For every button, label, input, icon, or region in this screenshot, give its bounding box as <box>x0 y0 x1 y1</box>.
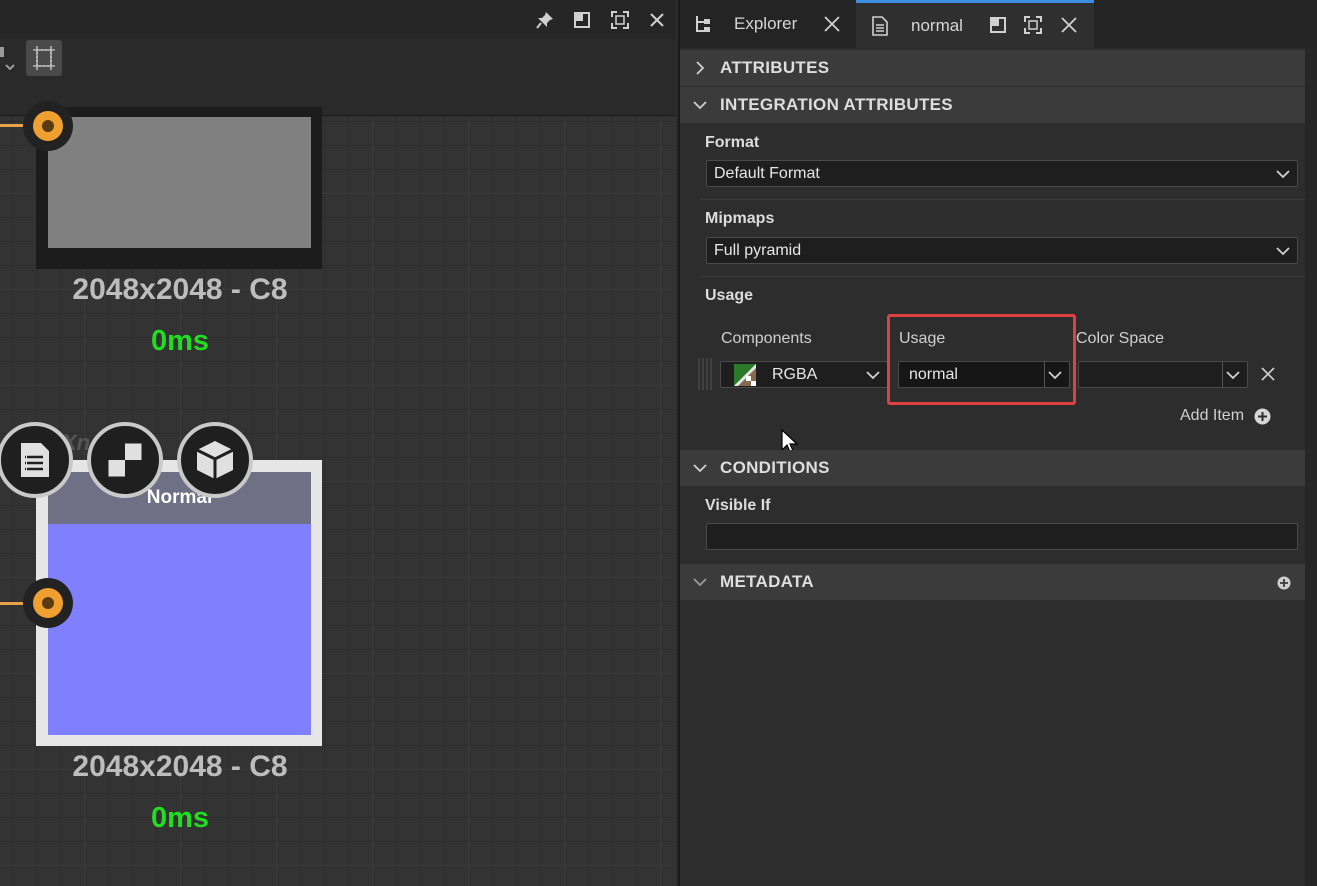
close-icon[interactable] <box>821 13 843 35</box>
add-item-label: Add Item <box>1180 407 1245 424</box>
mipmaps-label: Mipmaps <box>705 210 775 227</box>
chevron-down-icon <box>680 463 720 473</box>
plus-circle-icon <box>1254 408 1271 425</box>
usage-value: normal <box>909 365 958 383</box>
float-window-icon[interactable] <box>987 14 1009 36</box>
document-icon <box>869 15 891 37</box>
scrollbar[interactable] <box>1305 48 1317 886</box>
divider <box>700 199 1305 200</box>
color-space-column-header: Color Space <box>1076 330 1165 347</box>
components-dropdown[interactable]: RGBA <box>720 361 888 388</box>
maximize-icon[interactable] <box>609 9 631 31</box>
tab-bar: Explorer normal <box>680 0 1317 48</box>
chevron-down-icon <box>1223 365 1243 385</box>
close-icon[interactable] <box>1058 14 1080 36</box>
mipmaps-value: Full pyramid <box>714 241 802 259</box>
input-port[interactable] <box>23 578 73 628</box>
tab-explorer[interactable]: Explorer <box>680 0 855 48</box>
checker-icon[interactable] <box>87 422 163 498</box>
section-metadata-label: METADATA <box>720 572 814 591</box>
section-integration-label: INTEGRATION ATTRIBUTES <box>720 95 953 114</box>
node-2-title: Normal <box>146 487 213 508</box>
chevron-down-icon <box>1045 365 1065 385</box>
tree-icon <box>692 13 714 35</box>
float-window-icon[interactable] <box>571 9 593 31</box>
tab-explorer-label: Explorer <box>734 14 798 33</box>
graph-canvas[interactable]: 2048x2048 - C8 0ms Xn Normal 2048x2048 -… <box>0 101 676 886</box>
visible-if-input[interactable] <box>706 523 1298 550</box>
graph-toolbar <box>0 38 676 116</box>
graph-titlebar <box>0 0 676 38</box>
node-1-frame[interactable] <box>36 107 322 269</box>
graph-pane: 2048x2048 - C8 0ms Xn Normal 2048x2048 -… <box>0 0 676 886</box>
properties-content: ATTRIBUTES INTEGRATION ATTRIBUTES Format… <box>680 48 1305 886</box>
drag-handle[interactable] <box>696 357 714 391</box>
components-column-header: Components <box>721 330 812 347</box>
add-item-button[interactable]: Add Item <box>1180 407 1271 425</box>
color-space-dropdown[interactable] <box>1078 361 1248 388</box>
divider <box>700 276 1305 277</box>
format-dropdown[interactable]: Default Format <box>706 160 1298 187</box>
node-2-size-label: 2048x2048 - C8 <box>72 750 288 783</box>
node-2-frame[interactable]: Normal <box>36 460 322 746</box>
node-1-time-label: 0ms <box>150 325 210 357</box>
tab-normal[interactable]: normal <box>856 0 1094 48</box>
node-1-preview <box>48 117 311 248</box>
section-conditions-label: CONDITIONS <box>720 458 830 477</box>
maximize-icon[interactable] <box>1022 14 1044 36</box>
chevron-right-icon <box>680 61 720 75</box>
components-value: RGBA <box>772 365 818 383</box>
node-1-size-label: 2048x2048 - C8 <box>72 273 288 306</box>
chevron-down-icon <box>680 577 720 587</box>
cube-icon[interactable] <box>177 422 253 498</box>
rgba-swatch-icon <box>734 363 756 386</box>
mipmaps-dropdown[interactable]: Full pyramid <box>706 237 1298 264</box>
visible-if-label: Visible If <box>705 497 771 514</box>
document-icon[interactable] <box>0 422 73 498</box>
usage-group-label: Usage <box>705 287 754 304</box>
input-port[interactable] <box>23 101 73 151</box>
close-icon[interactable] <box>646 9 668 31</box>
node-2-time-label: 0ms <box>150 802 210 834</box>
remove-item-icon[interactable] <box>1260 366 1278 384</box>
chevron-down-icon <box>1273 241 1293 261</box>
usage-dropdown[interactable]: normal <box>898 361 1070 388</box>
chevron-down-icon <box>680 100 720 110</box>
node-2-preview <box>48 524 311 735</box>
tab-normal-label: normal <box>911 15 963 35</box>
chevron-down-icon <box>1273 164 1293 184</box>
section-metadata[interactable]: METADATA <box>680 564 1305 600</box>
format-label: Format <box>705 134 760 151</box>
usage-highlight-box <box>887 314 1076 405</box>
pin-icon[interactable] <box>534 9 556 31</box>
align-tool-button[interactable] <box>0 40 22 76</box>
plus-circle-icon[interactable] <box>1277 575 1291 590</box>
section-attributes[interactable]: ATTRIBUTES <box>680 50 1305 86</box>
section-attributes-label: ATTRIBUTES <box>720 58 830 77</box>
properties-pane: Explorer normal ATTRIBUTES INTEGRATION A… <box>678 0 1317 886</box>
section-integration-attributes[interactable]: INTEGRATION ATTRIBUTES <box>680 87 1305 123</box>
chevron-down-icon <box>863 365 883 385</box>
format-value: Default Format <box>714 164 820 182</box>
frame-tool-button[interactable] <box>26 40 62 76</box>
section-conditions[interactable]: CONDITIONS <box>680 450 1305 486</box>
